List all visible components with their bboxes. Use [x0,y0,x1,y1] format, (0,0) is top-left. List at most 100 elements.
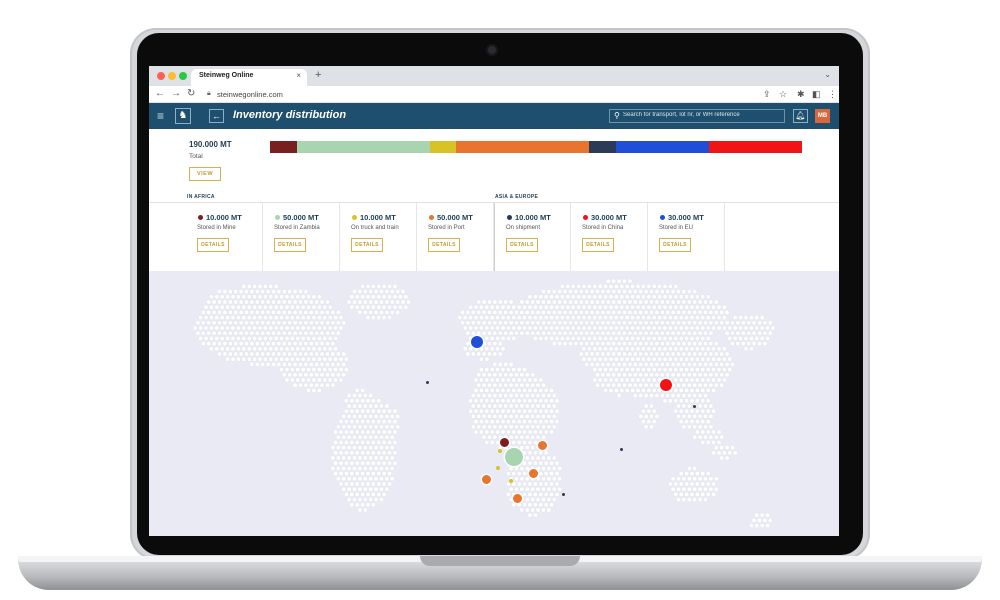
browser-menu-icon[interactable]: ⋮ [828,89,837,100]
window-close-icon[interactable] [157,72,165,80]
browser-tab[interactable]: Steinweg Online × [191,69,307,86]
map-dot [670,486,676,492]
map-marker[interactable] [692,404,696,408]
details-button[interactable]: DETAILS [274,238,306,252]
map-dot [470,320,476,326]
view-button[interactable]: VIEW [189,167,221,181]
forward-arrow-icon[interactable]: → [171,88,181,99]
map-dot [314,299,320,305]
window-maximize-icon[interactable] [179,72,187,80]
address-bar[interactable]: steinwegonline.com [217,90,283,99]
map-dot [384,476,390,482]
map-dot [538,408,544,414]
map-dot [605,351,611,357]
map-dot [473,325,479,331]
arrow-left-icon[interactable]: ← [209,109,224,123]
map-dot [265,341,271,347]
section-label-africa: IN AFRICA [187,194,215,200]
map-dot [246,356,252,362]
map-dot [551,486,557,492]
map-dot [330,372,336,378]
steinweg-logo[interactable]: ♞ [175,108,191,124]
reload-icon[interactable]: ↻ [187,88,195,99]
map-marker[interactable] [619,447,623,451]
map-dot [260,341,266,347]
map-dot [595,320,600,326]
map-dot [514,393,519,399]
map-dot [546,289,552,294]
map-dot [697,424,703,430]
map-marker[interactable] [537,440,547,450]
extensions-icon[interactable]: ✱ [797,89,805,100]
map-dot [627,320,633,326]
map-dot [295,346,301,352]
map-dot [519,434,525,440]
map-marker[interactable] [505,448,523,466]
map-dot [616,299,622,305]
map-dot [276,299,282,305]
map-marker[interactable] [561,492,565,496]
map-dot [505,388,511,393]
map-marker[interactable] [471,336,483,348]
details-button[interactable]: DETAILS [351,238,383,252]
back-arrow-icon[interactable]: ← [155,88,165,99]
map-dot [613,346,619,352]
map-dot [703,476,708,482]
map-marker[interactable] [499,437,509,447]
map-dot [281,310,287,315]
map-dot [527,377,533,383]
share-icon[interactable]: ⇪ [763,89,771,100]
map-dot [508,434,514,440]
world-map[interactable] [149,271,839,536]
bell-icon[interactable]: 🔔︎ [793,109,808,123]
map-dot [557,320,563,326]
map-dot [511,419,517,425]
map-dot [476,320,482,326]
map-dot [697,299,703,305]
sidebar-icon[interactable]: ◧ [812,89,821,100]
search-input[interactable] [623,112,783,118]
map-dot [554,336,560,341]
map-dot [370,439,376,445]
map-dot [308,362,314,367]
map-marker[interactable] [509,479,513,483]
map-dot [387,294,393,300]
map-marker[interactable] [496,466,500,470]
map-dot [659,310,665,315]
bookmark-star-icon[interactable]: ☆ [779,89,787,100]
avatar[interactable]: MB [815,109,830,123]
map-dot [541,320,546,326]
map-dot [624,294,630,300]
details-button[interactable]: DETAILS [506,238,538,252]
map-dot [389,413,395,419]
details-button[interactable]: DETAILS [659,238,691,252]
map-dot [581,336,587,341]
tab-close-icon[interactable]: × [296,71,301,80]
map-dot [651,356,657,362]
map-dot [325,310,330,315]
map-dot [646,283,652,289]
map-marker[interactable] [512,493,522,503]
new-tab-button[interactable]: + [315,69,321,81]
map-dot [535,403,541,409]
details-button[interactable]: DETAILS [582,238,614,252]
map-dot [370,315,376,320]
details-button[interactable]: DETAILS [197,238,229,252]
window-minimize-icon[interactable] [168,72,176,80]
map-marker[interactable] [528,468,538,478]
map-dot [360,471,366,477]
map-dot [492,372,498,378]
map-dot [576,315,581,320]
search-box[interactable]: ⚲ [609,109,785,123]
map-dot [316,315,322,320]
map-marker[interactable] [481,474,491,484]
map-marker[interactable] [425,380,429,384]
map-marker[interactable] [498,449,502,453]
map-marker[interactable] [660,379,672,391]
tab-title: Steinweg Online [199,72,254,79]
chevron-down-icon[interactable]: ⌄ [824,70,831,79]
details-button[interactable]: DETAILS [428,238,460,252]
map-dot [481,382,487,388]
menu-icon[interactable]: ≡ [157,109,164,123]
map-dot [279,294,285,300]
